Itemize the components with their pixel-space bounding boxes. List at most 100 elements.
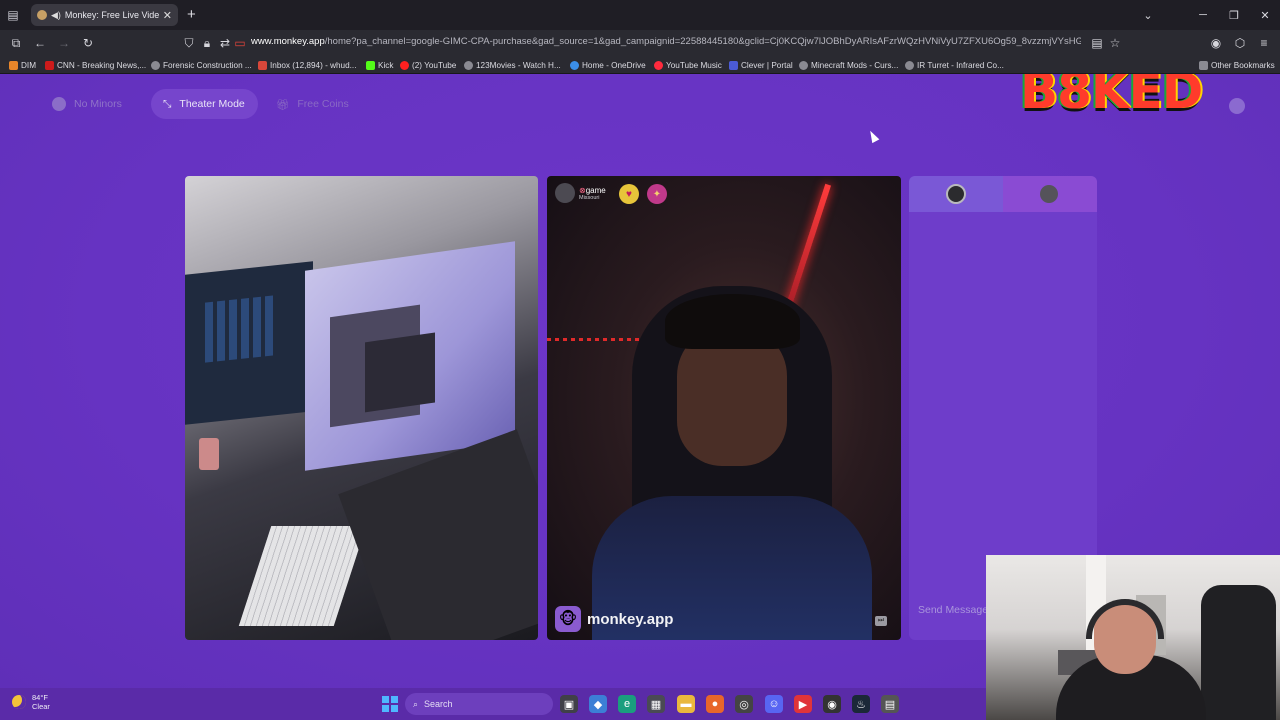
partner-avatar[interactable]	[1040, 185, 1058, 203]
profile-avatar[interactable]	[1229, 98, 1245, 114]
store-icon[interactable]: ▦	[647, 695, 665, 713]
theater-mode-label: Theater Mode	[179, 98, 245, 110]
folder-icon	[1199, 60, 1208, 70]
bookmark-label: Home - OneDrive	[582, 60, 646, 70]
search-label: Search	[424, 699, 453, 709]
discord-icon[interactable]: ☺	[765, 695, 783, 713]
menu-icon[interactable]: ≡	[1253, 30, 1275, 56]
bookmark-youtube-music[interactable]: YouTube Music	[654, 58, 722, 72]
chrome-icon[interactable]: ◎	[735, 695, 753, 713]
tab-list-icon[interactable]: ▤	[0, 0, 26, 30]
bookmark-other[interactable]: Other Bookmarks	[1199, 58, 1275, 72]
bookmark-favicon-icon	[905, 60, 914, 70]
bookmark-kick[interactable]: Kick	[366, 58, 393, 72]
free-coins-button[interactable]: 🎁︎ Free Coins	[264, 89, 361, 119]
remote-user-location: Missouri	[579, 194, 600, 201]
bookmark-label: CNN - Breaking News,...	[57, 60, 147, 70]
keyboard	[238, 526, 367, 626]
bookmark-ir-turret[interactable]: IR Turret - Infrared Co...	[905, 58, 1004, 72]
theater-mode-button[interactable]: ⤡ Theater Mode	[151, 89, 258, 119]
bookmark-minecraft[interactable]: Minecraft Mods - Curs...	[799, 58, 898, 72]
file-explorer-icon[interactable]: ▬	[677, 695, 695, 713]
bookmark-favicon-icon	[258, 60, 267, 70]
speaker-icon[interactable]: ◀)	[51, 10, 61, 21]
bookmark-favicon-icon	[45, 60, 54, 70]
steam-icon[interactable]: ♨	[852, 695, 870, 713]
bookmark-dim[interactable]: DIM	[9, 58, 36, 72]
bookmark-label: YouTube Music	[666, 60, 722, 70]
start-button[interactable]	[382, 696, 398, 712]
obs-icon[interactable]: ◉	[823, 695, 841, 713]
self-avatar[interactable]	[946, 184, 966, 204]
copilot-icon[interactable]: ◆	[589, 695, 607, 713]
reload-button[interactable]: ↻	[77, 30, 99, 56]
account-icon[interactable]: ◉	[1205, 30, 1227, 56]
bookmark-label: Forensic Construction ...	[163, 60, 252, 70]
bookmark-youtube[interactable]: (2) YouTube	[400, 58, 456, 72]
bookmark-label: Inbox (12,894) - whud...	[270, 60, 357, 70]
streamer-webcam	[986, 555, 1280, 720]
minimize-button[interactable]: ─	[1188, 0, 1218, 30]
bookmark-inbox[interactable]: Inbox (12,894) - whud...	[258, 58, 356, 72]
bookmark-label: Clever | Portal	[741, 60, 793, 70]
remote-user-name: ⊗game	[579, 185, 606, 195]
bookmark-label: Kick	[378, 60, 394, 70]
monkey-logo-icon: 🐵︎	[555, 606, 581, 632]
local-video	[185, 176, 538, 640]
bookmark-label: Other Bookmarks	[1211, 60, 1275, 70]
bookmark-forensic[interactable]: Forensic Construction ...	[151, 58, 252, 72]
remote-user-info[interactable]: ⊗game Missouri	[555, 183, 606, 203]
forward-button[interactable]: →	[53, 30, 75, 56]
url-host: www.monkey.app	[251, 36, 325, 47]
bookmark-favicon-icon	[464, 60, 473, 70]
expand-icon: ⤡	[163, 97, 172, 110]
remote-user-avatar	[555, 183, 575, 203]
chat-header	[909, 176, 1097, 212]
edge-icon[interactable]: e	[618, 695, 636, 713]
hair	[665, 294, 800, 349]
no-minors-label: No Minors	[74, 98, 122, 110]
tab-overflow-chevron-icon[interactable]: ⌄	[1133, 0, 1163, 30]
left-monitor	[185, 261, 313, 425]
bookmark-favicon-icon	[151, 60, 160, 70]
camera-indicator-icon[interactable]: ▭	[229, 30, 251, 56]
back-button[interactable]: ←	[29, 30, 51, 56]
gift-badge-icon[interactable]: ✦	[647, 184, 667, 204]
gaming-chair	[1201, 585, 1276, 720]
close-tab-icon[interactable]: ✕	[163, 9, 172, 22]
heart-badge-icon[interactable]: ♥	[619, 184, 639, 204]
stream-overlay-logo: B8KED	[1020, 74, 1203, 120]
app-icon[interactable]: ▤	[881, 695, 899, 713]
bookmark-star-icon[interactable]: ☆	[1104, 30, 1126, 56]
bookmark-label: (2) YouTube	[412, 60, 457, 70]
close-window-button[interactable]: ✕	[1250, 0, 1280, 30]
bookmark-favicon-icon	[570, 60, 579, 70]
brand-label: monkey.app	[587, 610, 674, 628]
bookmark-label: DIM	[21, 60, 37, 70]
url-field[interactable]: www.monkey.app/home?pa_channel=google-GI…	[251, 36, 1081, 47]
skip-icon[interactable]: ⏭	[875, 616, 887, 626]
restore-button[interactable]: ❐	[1219, 0, 1249, 30]
remote-video: ⊗game Missouri ♥ ✦ 🐵︎ monkey.app ⏭	[547, 176, 901, 640]
bookmark-favicon-icon	[366, 60, 375, 70]
extensions-icon[interactable]: ⬡	[1229, 30, 1251, 56]
sidebar-toggle-icon[interactable]: ⧉	[5, 30, 27, 56]
firefox-icon[interactable]: ●	[706, 695, 724, 713]
tab-title: Monkey: Free Live Video Ch	[64, 10, 159, 20]
bookmark-123movies[interactable]: 123Movies - Watch H...	[464, 58, 561, 72]
weather-widget[interactable]: 84°F Clear	[12, 693, 50, 711]
no-minors-toggle[interactable]: No Minors	[40, 89, 134, 119]
new-tab-button[interactable]: +	[187, 6, 196, 23]
bookmark-favicon-icon	[9, 60, 18, 70]
task-view-icon[interactable]: ▣	[560, 695, 578, 713]
bookmark-onedrive[interactable]: Home - OneDrive	[570, 58, 646, 72]
bookmark-cnn[interactable]: CNN - Breaking News,...	[45, 58, 146, 72]
taskbar-search[interactable]: ⌕ Search	[405, 693, 553, 715]
send-message-input[interactable]: Send Message	[918, 604, 988, 616]
active-tab[interactable]: ◀) Monkey: Free Live Video Ch ✕	[31, 4, 178, 26]
bookmark-clever[interactable]: Clever | Portal	[729, 58, 793, 72]
bookmark-label: Minecraft Mods - Curs...	[811, 60, 899, 70]
media-player-icon[interactable]: ▶	[794, 695, 812, 713]
gift-icon: 🎁︎	[276, 98, 290, 111]
bookmark-favicon-icon	[729, 60, 738, 70]
